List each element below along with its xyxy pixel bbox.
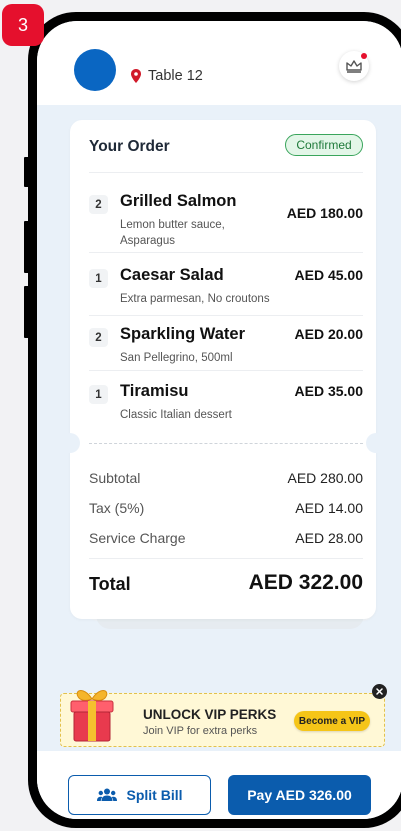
status-badge: Confirmed — [285, 134, 363, 156]
subtotal-label: Subtotal — [89, 470, 141, 486]
item-name: Sparkling Water — [120, 325, 245, 343]
divider — [89, 172, 363, 173]
table-label: Table 12 — [148, 68, 203, 84]
phone-frame: Table 12 Your Order Confirmed 2 Grilled … — [28, 12, 401, 828]
notification-dot — [361, 53, 367, 59]
app-screen: Table 12 Your Order Confirmed 2 Grilled … — [37, 21, 401, 819]
split-bill-label: Split Bill — [126, 787, 183, 803]
divider — [89, 370, 363, 371]
receipt-notch — [60, 433, 80, 453]
item-name: Caesar Salad — [120, 266, 224, 284]
divider — [89, 315, 363, 316]
order-receipt: Your Order Confirmed 2 Grilled Salmon Le… — [60, 120, 386, 619]
gift-icon — [70, 690, 114, 742]
vip-subtitle: Join VIP for extra perks — [143, 725, 258, 737]
step-badge: 3 — [2, 4, 44, 46]
item-price: AED 35.00 — [294, 383, 363, 399]
header: Table 12 — [37, 21, 401, 105]
item-quantity: 2 — [89, 195, 108, 214]
item-quantity: 1 — [89, 269, 108, 288]
map-pin-icon — [131, 69, 141, 83]
total-label: Total — [89, 574, 131, 594]
total-value: AED 322.00 — [248, 571, 363, 594]
split-bill-button[interactable]: Split Bill — [68, 775, 211, 815]
crown-icon — [346, 60, 362, 73]
order-title: Your Order — [89, 138, 170, 155]
vip-crown-button[interactable] — [339, 51, 369, 81]
bottom-action-bar: Split Bill Pay AED 326.00 — [37, 751, 401, 819]
close-icon — [376, 688, 383, 695]
item-name: Grilled Salmon — [120, 192, 237, 210]
item-quantity: 1 — [89, 385, 108, 404]
item-description: Lemon butter sauce, Asparagus — [120, 219, 225, 247]
item-description: Extra parmesan, No croutons — [120, 293, 270, 305]
vip-title: UNLOCK VIP PERKS — [143, 707, 277, 722]
become-vip-button[interactable]: Become a VIP — [294, 711, 370, 731]
item-description: Classic Italian dessert — [120, 409, 232, 421]
pay-button[interactable]: Pay AED 326.00 — [228, 775, 371, 815]
divider — [89, 558, 363, 559]
service-charge-value: AED 28.00 — [295, 530, 363, 546]
divider — [89, 252, 363, 253]
users-icon — [96, 788, 117, 801]
item-name: Tiramisu — [120, 382, 189, 400]
close-banner-button[interactable] — [372, 684, 387, 699]
item-price: AED 45.00 — [294, 267, 363, 283]
service-charge-label: Service Charge — [89, 530, 186, 546]
vip-promo-banner: UNLOCK VIP PERKS Join VIP for extra perk… — [60, 690, 385, 747]
tax-label: Tax (5%) — [89, 500, 145, 516]
receipt-tear-line — [89, 443, 363, 444]
item-description: San Pellegrino, 500ml — [120, 352, 233, 364]
avatar[interactable] — [74, 49, 116, 91]
subtotal-value: AED 280.00 — [287, 470, 364, 486]
item-price: AED 20.00 — [294, 326, 363, 342]
item-price: AED 180.00 — [286, 205, 363, 221]
item-quantity: 2 — [89, 328, 108, 347]
receipt-notch — [366, 433, 386, 453]
tax-value: AED 14.00 — [295, 500, 363, 516]
table-indicator: Table 12 — [130, 68, 203, 84]
